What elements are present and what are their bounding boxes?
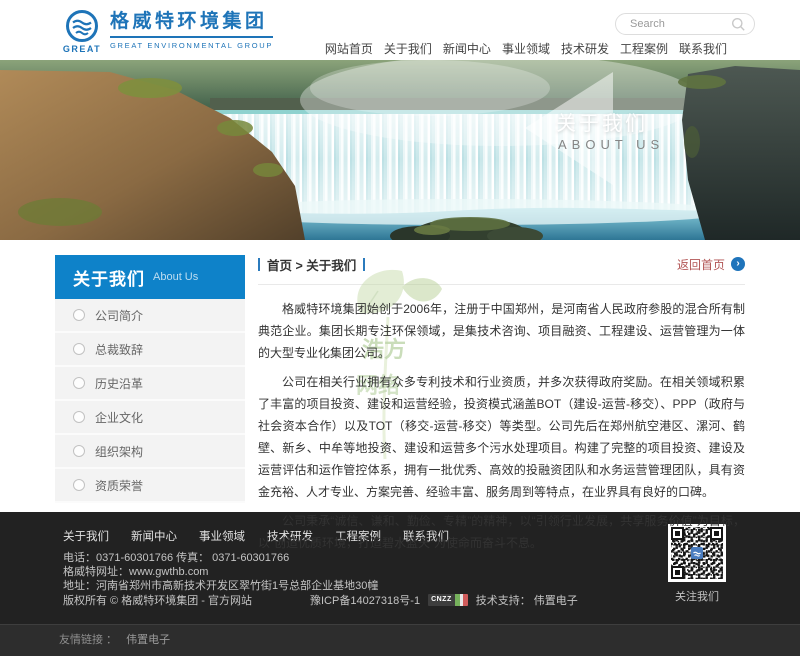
- sidebar-item-company-profile[interactable]: 公司简介: [55, 299, 245, 333]
- circle-bullet-icon: [73, 377, 85, 389]
- nav-item-cases[interactable]: 工程案例: [620, 40, 668, 57]
- footer-copyright-row: 版权所有 © 格威特环境集团 - 官方网站 豫ICP备14027318号-1 C…: [63, 593, 745, 607]
- footer-address-line: 地址：河南省郑州市高新技术开发区翠竹街1号总部企业基地30幢: [63, 579, 745, 593]
- copyright-text: 版权所有 © 格威特环境集团 - 官方网站: [63, 592, 252, 608]
- sidebar-item-label: 资质荣誉: [95, 477, 143, 494]
- sidebar-item-culture[interactable]: 企业文化: [55, 401, 245, 435]
- article-body: 格威特环境集团始创于2006年，注册于中国郑州，是河南省人民政府参股的混合所有制…: [258, 298, 745, 554]
- sidebar-item-label: 企业文化: [95, 409, 143, 426]
- sidebar-item-honors[interactable]: 资质荣誉: [55, 469, 245, 503]
- nav-item-contact[interactable]: 联系我们: [679, 40, 727, 57]
- header: GREAT 格威特环境集团 GREAT ENVIRONMENTAL GROUP …: [0, 0, 800, 60]
- circle-bullet-icon: [73, 445, 85, 457]
- cnzz-badge-stripe: [455, 594, 468, 606]
- circle-bullet-icon: [73, 309, 85, 321]
- circle-bullet-icon: [73, 479, 85, 491]
- sidebar-item-label: 总裁致辞: [95, 341, 143, 358]
- cnzz-stats-badge[interactable]: CNZZ: [428, 594, 468, 606]
- friend-links-label: 友情链接 ：: [59, 634, 117, 646]
- page: GREAT 格威特环境集团 GREAT ENVIRONMENTAL GROUP …: [0, 0, 800, 656]
- nav-item-site-home[interactable]: 网站首页: [325, 40, 373, 57]
- main-area: 关于我们 About Us 公司简介 总裁致辞 历史沿革 企业文化 组织架: [55, 240, 745, 512]
- breadcrumb-left-bar: [258, 258, 260, 271]
- back-to-home-label: 返回首页: [677, 256, 725, 273]
- site-title: 格威特环境集团: [110, 9, 273, 35]
- sidebar: 关于我们 About Us 公司简介 总裁致辞 历史沿革 企业文化 组织架: [55, 255, 245, 503]
- qr-caption: 关注我们: [668, 588, 726, 604]
- cnzz-badge-label: CNZZ: [428, 594, 455, 606]
- chevron-right-circle-icon: ›: [731, 257, 745, 271]
- breadcrumb: 首页 > 关于我们 返回首页 ›: [258, 255, 745, 285]
- circle-bullet-icon: [73, 343, 85, 355]
- sidebar-item-label: 历史沿革: [95, 375, 143, 392]
- logo-symbol-text: GREAT: [62, 44, 102, 54]
- content-area: 浩方 网络 首页 > 关于我们 返回首页 › 格威特环境集团始创于2006年，注…: [258, 255, 745, 561]
- sidebar-item-history[interactable]: 历史沿革: [55, 367, 245, 401]
- sidebar-item-label: 组织架构: [95, 443, 143, 460]
- back-to-home-link[interactable]: 返回首页 ›: [677, 256, 745, 273]
- footer-link-business[interactable]: 事业领域: [199, 528, 245, 542]
- breadcrumb-path[interactable]: 首页 > 关于我们: [267, 255, 356, 274]
- logo-text: 格威特环境集团 GREAT ENVIRONMENTAL GROUP: [110, 9, 273, 50]
- friend-links-bar: 友情链接 ： 伟置电子: [0, 624, 800, 656]
- nav-item-about[interactable]: 关于我们: [384, 40, 432, 57]
- article-paragraph: 公司在相关行业拥有众多专利技术和行业资质，并多次获得政府奖励。在相关领域积累了丰…: [258, 371, 745, 503]
- hero-title: 关于我们: [556, 107, 648, 136]
- site-subtitle: GREAT ENVIRONMENTAL GROUP: [110, 41, 273, 50]
- nav-item-news[interactable]: 新闻中心: [443, 40, 491, 57]
- search-box[interactable]: [615, 13, 755, 35]
- logo-underline: [110, 36, 273, 38]
- sidebar-header: 关于我们 About Us: [55, 255, 245, 299]
- sidebar-title: 关于我们: [73, 265, 145, 290]
- hero-subtitle: ABOUT US: [558, 137, 664, 152]
- search-input[interactable]: [628, 17, 731, 31]
- nav-item-business[interactable]: 事业领域: [502, 40, 550, 57]
- main-nav: 网站首页 关于我们 新闻中心 事业领域 技术研发 工程案例 联系我们: [325, 40, 727, 57]
- sidebar-item-president-speech[interactable]: 总裁致辞: [55, 333, 245, 367]
- sidebar-item-organization[interactable]: 组织架构: [55, 435, 245, 469]
- breadcrumb-right-bar: [363, 258, 365, 271]
- logo[interactable]: GREAT 格威特环境集团 GREAT ENVIRONMENTAL GROUP: [62, 9, 273, 54]
- circle-bullet-icon: [73, 411, 85, 423]
- waterfall-image: [0, 60, 800, 240]
- friend-link-weizhi[interactable]: 伟置电子: [126, 634, 170, 646]
- logo-wave-icon: GREAT: [62, 9, 102, 54]
- footer-link-about[interactable]: 关于我们: [63, 528, 109, 542]
- sidebar-item-label: 公司简介: [95, 307, 143, 324]
- icp-license-link[interactable]: 豫ICP备14027318号-1: [310, 592, 420, 608]
- nav-item-tech[interactable]: 技术研发: [561, 40, 609, 57]
- search-icon[interactable]: [731, 17, 746, 32]
- article-paragraph: 格威特环境集团始创于2006年，注册于中国郑州，是河南省人民政府参股的混合所有制…: [258, 298, 745, 364]
- hero-banner: 关于我们 ABOUT US: [0, 60, 800, 240]
- sidebar-subtitle: About Us: [153, 271, 198, 283]
- footer-website-line: 格威特网址：www.gwthb.com: [63, 565, 745, 579]
- article-paragraph: 公司秉承“诚信、谦和、勤俭、专精”的精神，以“引领行业发展，共享服务价值”为目标…: [258, 510, 745, 554]
- tech-support-text: 技术支持： 伟置电子: [476, 592, 578, 608]
- footer-link-news[interactable]: 新闻中心: [131, 528, 177, 542]
